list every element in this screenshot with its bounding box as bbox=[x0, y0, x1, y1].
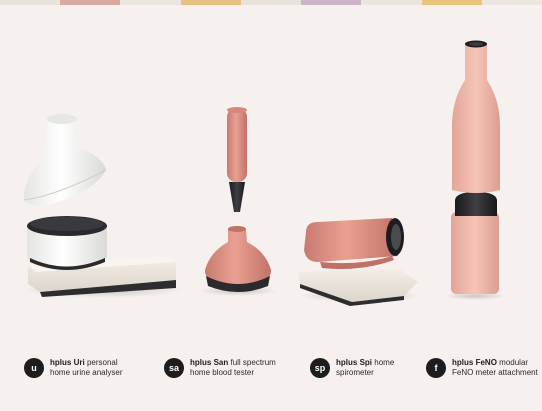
product-scene bbox=[23, 40, 507, 306]
product-badge-icon: sp bbox=[310, 358, 330, 378]
feno-device bbox=[443, 40, 507, 300]
product-badge-icon: f bbox=[426, 358, 446, 378]
caption-uri: u hplus Uri personal home urine analyser bbox=[24, 358, 122, 378]
spi-device bbox=[298, 218, 422, 306]
product-captions: u hplus Uri personal home urine analyser… bbox=[0, 350, 542, 400]
product-badge-icon: u bbox=[24, 358, 44, 378]
san-tester-base bbox=[204, 226, 272, 288]
caption-text: hplus San full spectrum home blood teste… bbox=[190, 358, 276, 377]
feno-modular-attachment bbox=[452, 44, 500, 193]
uri-collection-cup bbox=[23, 115, 106, 206]
feno-meter-base bbox=[451, 212, 499, 294]
uri-device bbox=[23, 114, 183, 298]
caption-san: sa hplus San full spectrum home blood te… bbox=[164, 358, 276, 378]
caption-text: hplus Spi home spirometer bbox=[336, 358, 395, 377]
caption-feno: f hplus FeNO modular FeNO meter attachme… bbox=[426, 358, 538, 378]
san-device bbox=[198, 107, 278, 296]
product-badge-icon: sa bbox=[164, 358, 184, 378]
caption-spi: sp hplus Spi home spirometer bbox=[310, 358, 394, 378]
san-lancet-pen bbox=[227, 108, 247, 182]
spi-spirometer-tube bbox=[304, 218, 398, 262]
caption-text: hplus Uri personal home urine analyser bbox=[50, 358, 123, 377]
caption-text: hplus FeNO modular FeNO meter attachment bbox=[452, 358, 538, 377]
